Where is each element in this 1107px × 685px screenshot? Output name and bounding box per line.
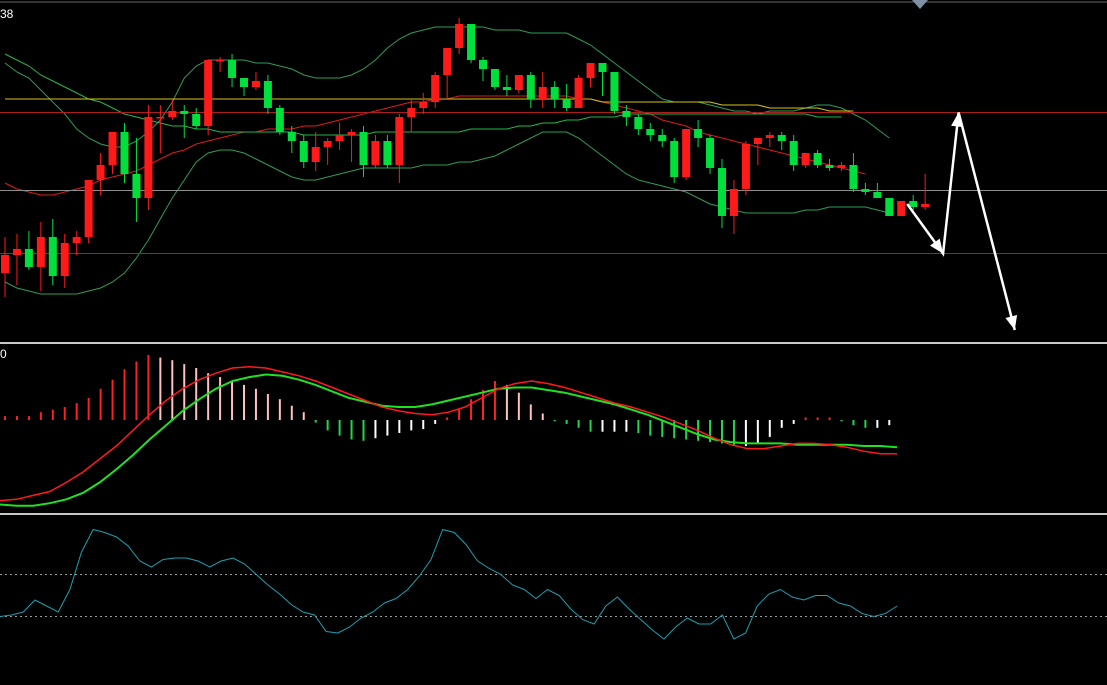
candle-body	[407, 108, 416, 117]
candle-body	[299, 141, 308, 162]
candle-body	[156, 117, 165, 119]
candle-body	[287, 132, 296, 141]
candle-body	[813, 153, 822, 165]
candle-body	[789, 141, 798, 165]
candle-body	[909, 201, 918, 207]
candle-body	[24, 249, 33, 267]
candle-body	[168, 111, 177, 117]
candle-body	[36, 237, 45, 267]
candle-body	[48, 237, 57, 276]
candle-body	[777, 135, 786, 141]
candle-body	[311, 147, 320, 162]
candle-body	[670, 141, 679, 177]
candle-body	[765, 135, 774, 138]
candle-body	[12, 249, 21, 255]
candle-body	[825, 165, 834, 168]
candle-body	[120, 132, 129, 174]
candle-body	[897, 201, 906, 216]
candle-body	[682, 129, 691, 177]
candle-body	[885, 198, 894, 216]
candle-body	[431, 75, 440, 102]
candle-body	[180, 111, 189, 114]
candle-body	[84, 180, 93, 237]
candle-body	[108, 132, 117, 165]
candle-body	[479, 60, 487, 69]
candle-body	[275, 108, 284, 132]
candle-body	[514, 75, 523, 90]
candle-body	[634, 117, 643, 129]
candle-body	[371, 141, 380, 165]
candle-body	[694, 129, 703, 138]
candle-body	[240, 78, 248, 87]
candle-body	[837, 165, 846, 168]
candle-body	[526, 75, 535, 99]
candle-body	[610, 72, 619, 111]
candle-body	[622, 111, 631, 117]
candle-body	[729, 189, 738, 216]
candle-body	[335, 135, 344, 141]
candle-body	[96, 165, 105, 180]
candle-body	[550, 87, 559, 99]
candle-body	[598, 63, 607, 72]
candle-body	[359, 132, 368, 165]
candle-body	[419, 102, 428, 108]
candle-body	[753, 138, 762, 144]
candle-body	[204, 60, 213, 126]
candle-body	[646, 129, 655, 135]
candle-body	[873, 192, 882, 198]
candle-body	[443, 48, 452, 75]
candle-body	[323, 141, 332, 147]
candle-body	[502, 87, 511, 90]
candle-body	[347, 132, 356, 135]
candle-body	[395, 117, 404, 165]
candle-body	[467, 24, 476, 60]
candle-body	[586, 63, 595, 78]
chart-canvas: 38 0	[0, 0, 1107, 685]
candle-body	[801, 153, 810, 165]
candle-body	[574, 78, 583, 108]
candle-body	[383, 141, 392, 165]
candle-body	[490, 69, 499, 87]
candle-body	[706, 138, 715, 168]
candle-body	[741, 144, 750, 189]
candle-body	[192, 114, 201, 126]
candle-body	[658, 135, 667, 141]
candle-body	[144, 117, 153, 198]
candle-body	[216, 60, 225, 62]
candle-body	[849, 165, 858, 189]
price-panel-corner-value: 38	[0, 7, 14, 21]
candle-body	[1, 255, 9, 273]
candle-body	[60, 243, 69, 276]
candle-body	[921, 204, 930, 207]
candle-body	[263, 81, 272, 108]
candle-body	[132, 174, 141, 198]
candle-body	[538, 87, 547, 99]
candle-body	[455, 24, 464, 48]
candle-body	[251, 81, 260, 87]
macd-panel-corner-value: 0	[0, 347, 7, 361]
candle-body	[718, 168, 726, 216]
candle-body	[861, 189, 870, 192]
candle-body	[562, 99, 571, 108]
candle-body	[228, 60, 237, 78]
candle-body	[72, 237, 81, 243]
